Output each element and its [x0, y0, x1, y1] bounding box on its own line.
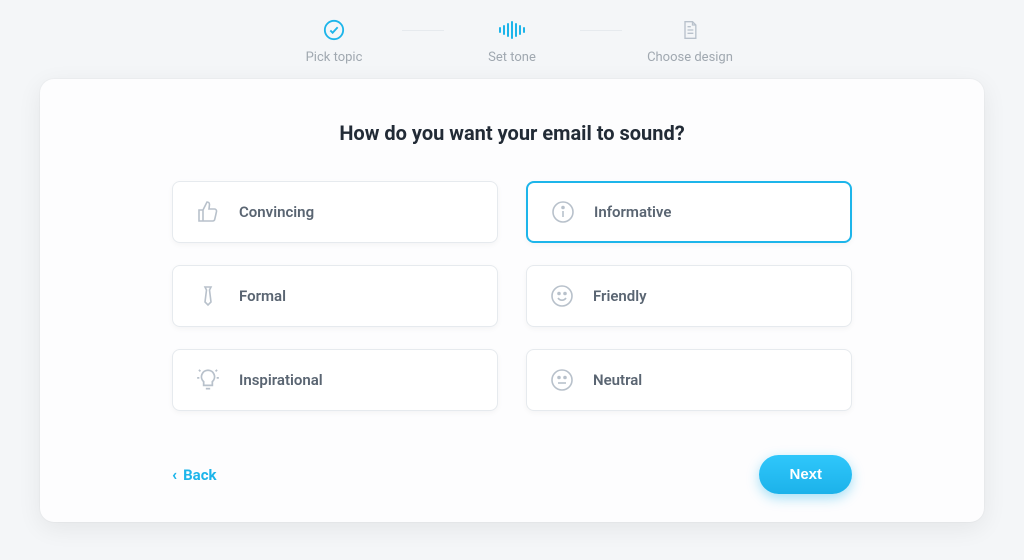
neutral-face-icon: [549, 367, 575, 393]
option-neutral[interactable]: Neutral: [526, 349, 852, 411]
step-choose-design: Choose design: [640, 18, 740, 65]
step-pick-topic: Pick topic: [284, 18, 384, 65]
waveform-icon: [500, 18, 524, 42]
step-label: Set tone: [488, 50, 536, 65]
smile-icon: [549, 283, 575, 309]
document-icon: [678, 18, 702, 42]
step-set-tone: Set tone: [462, 18, 562, 65]
back-label: Back: [183, 466, 216, 484]
option-friendly[interactable]: Friendly: [526, 265, 852, 327]
tone-card: How do you want your email to sound? Con…: [40, 79, 984, 522]
step-label: Pick topic: [306, 50, 363, 65]
option-label: Friendly: [593, 287, 647, 305]
lightbulb-icon: [195, 367, 221, 393]
card-title: How do you want your email to sound?: [104, 121, 920, 145]
option-informative[interactable]: Informative: [526, 181, 852, 243]
option-label: Neutral: [593, 371, 642, 389]
option-label: Convincing: [239, 203, 314, 221]
option-label: Inspirational: [239, 371, 323, 389]
step-label: Choose design: [647, 50, 733, 65]
info-icon: [550, 199, 576, 225]
progress-stepper: Pick topic Set tone Choose design: [0, 0, 1024, 73]
step-divider: [580, 30, 622, 32]
tone-options-grid: Convincing Informative Formal: [172, 181, 852, 411]
option-formal[interactable]: Formal: [172, 265, 498, 327]
tie-icon: [195, 283, 221, 309]
option-label: Informative: [594, 203, 671, 221]
option-label: Formal: [239, 287, 286, 305]
option-convincing[interactable]: Convincing: [172, 181, 498, 243]
next-button[interactable]: Next: [759, 455, 852, 494]
option-inspirational[interactable]: Inspirational: [172, 349, 498, 411]
thumbs-up-icon: [195, 199, 221, 225]
check-circle-icon: [322, 18, 346, 42]
card-footer: ‹ Back Next: [172, 455, 852, 494]
chevron-left-icon: ‹: [172, 465, 177, 484]
back-button[interactable]: ‹ Back: [172, 465, 217, 484]
step-divider: [402, 30, 444, 32]
